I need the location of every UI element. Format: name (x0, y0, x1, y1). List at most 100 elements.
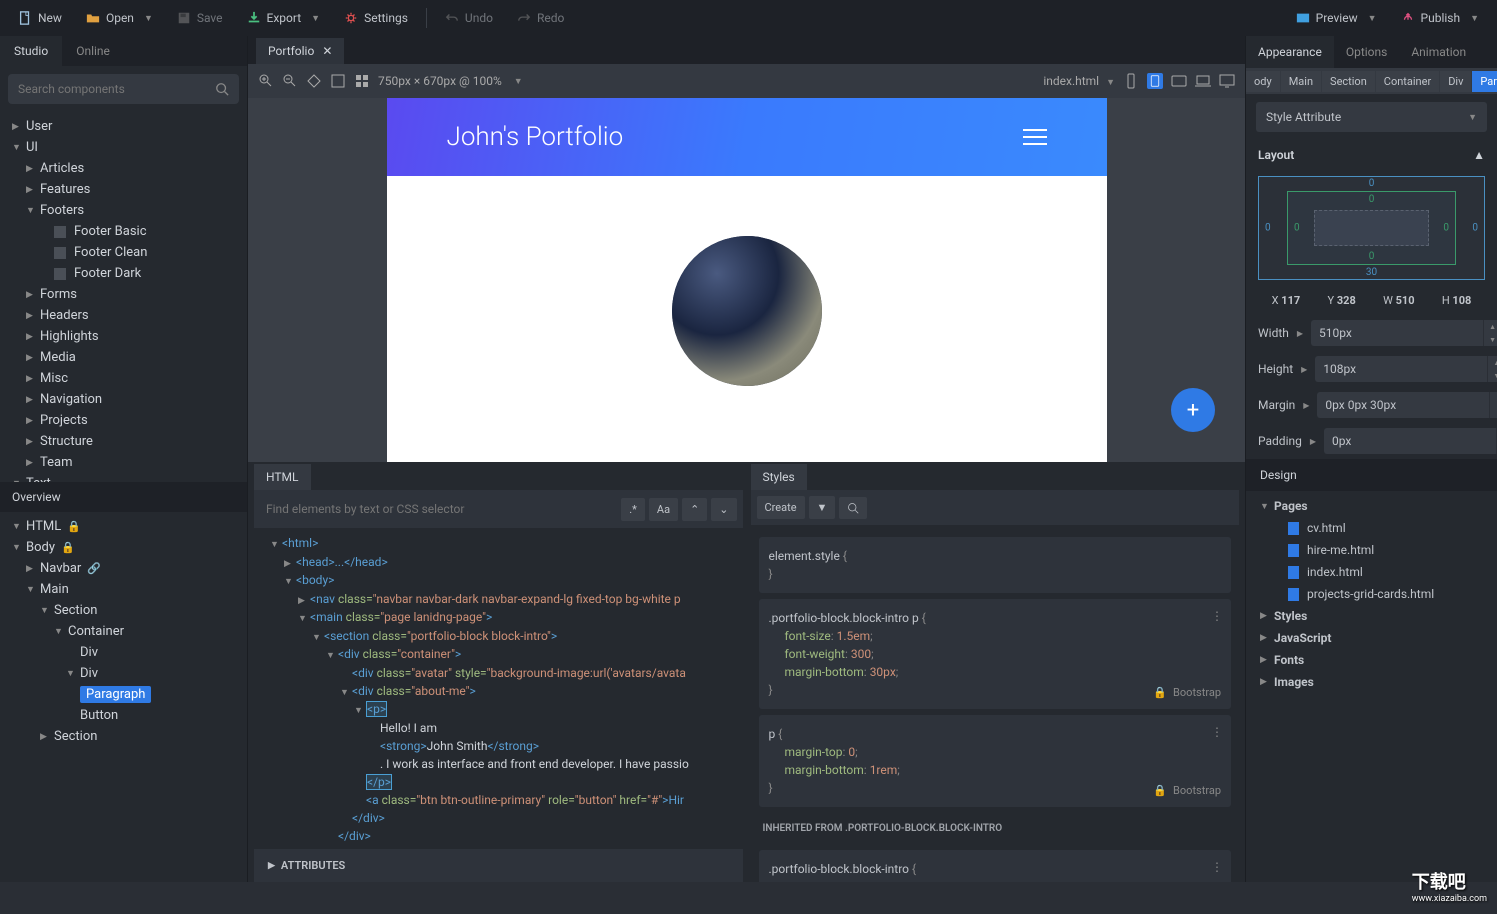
tab-online[interactable]: Online (62, 36, 124, 66)
doc-tab-portfolio[interactable]: Portfolio✕ (256, 38, 344, 64)
overview-item[interactable]: ▼Div (0, 663, 247, 684)
menu-icon[interactable]: ⋮ (1211, 607, 1223, 625)
menu-icon[interactable]: ⋮ (1211, 858, 1223, 876)
style-search-button[interactable] (839, 497, 867, 519)
device-desktop-icon[interactable] (1219, 73, 1235, 89)
hamburger-icon[interactable] (1023, 124, 1047, 150)
settings-button[interactable]: Settings (334, 6, 418, 30)
undo-button[interactable]: Undo (435, 6, 503, 30)
overview-item[interactable]: Button (0, 705, 247, 726)
canvas[interactable]: John's Portfolio + (248, 98, 1245, 462)
tree-item[interactable]: ▼Text (0, 473, 247, 482)
overview-item[interactable]: ▼Main (0, 579, 247, 600)
tab-html[interactable]: HTML (254, 464, 311, 490)
style-attribute-dropdown[interactable]: Style Attribute▼ (1256, 102, 1487, 132)
design-file[interactable]: index.html (1246, 561, 1497, 583)
crumb[interactable]: Main (1281, 71, 1321, 92)
tab-studio[interactable]: Studio (0, 36, 62, 66)
design-pages[interactable]: ▼Pages (1246, 495, 1497, 517)
styles-code[interactable]: element.style { } ⋮ .portfolio-block.blo… (751, 525, 1240, 882)
tree-item[interactable]: Footer Clean (0, 242, 247, 263)
tree-item[interactable]: ▶Forms (0, 284, 247, 305)
canvas-page[interactable]: John's Portfolio (387, 98, 1107, 462)
height-input[interactable] (1315, 356, 1487, 382)
tree-item[interactable]: ▼UI (0, 137, 247, 158)
file-selector[interactable]: index.html ▼ (1043, 74, 1115, 88)
overview-item[interactable]: ▶Navbar🔗 (0, 558, 247, 579)
device-tablet-land-icon[interactable] (1171, 73, 1187, 89)
tab-appearance[interactable]: Appearance (1246, 36, 1334, 68)
design-file[interactable]: cv.html (1246, 517, 1497, 539)
regex-button[interactable]: .* (621, 498, 645, 521)
crumb[interactable]: Section (1322, 71, 1375, 92)
search-components-input[interactable] (8, 74, 205, 104)
device-laptop-icon[interactable] (1195, 73, 1211, 89)
menu-icon[interactable]: ⋮ (1211, 723, 1223, 741)
tree-item[interactable]: ▶Articles (0, 158, 247, 179)
overview-item[interactable]: Paragraph (0, 684, 247, 705)
tree-item[interactable]: ▶Misc (0, 368, 247, 389)
canvas-info[interactable]: 750px × 670px @ 100% (378, 74, 502, 88)
tree-item[interactable]: ▶Structure (0, 431, 247, 452)
create-style-button[interactable]: Create (757, 496, 805, 519)
design-section[interactable]: ▶Images (1246, 671, 1497, 693)
tree-item[interactable]: ▼Footers (0, 200, 247, 221)
select-icon[interactable] (330, 73, 346, 89)
new-button[interactable]: New (8, 6, 72, 30)
case-button[interactable]: Aa (649, 498, 678, 521)
open-button[interactable]: Open▼ (76, 6, 163, 30)
overview-item[interactable]: ▶Section (0, 726, 247, 747)
crumb[interactable]: Container (1376, 71, 1439, 92)
tree-item[interactable]: ▶Features (0, 179, 247, 200)
redo-button[interactable]: Redo (507, 6, 574, 30)
export-button[interactable]: Export▼ (237, 6, 331, 30)
tree-item[interactable]: ▶Media (0, 347, 247, 368)
crumb[interactable]: ody (1246, 71, 1280, 92)
crumb[interactable]: Div (1440, 71, 1471, 92)
find-elements-input[interactable] (260, 496, 617, 522)
tab-styles[interactable]: Styles (751, 464, 807, 490)
device-tablet-icon[interactable] (1147, 73, 1163, 89)
style-dropdown-button[interactable]: ▼ (809, 496, 836, 519)
tree-item[interactable]: ▶Highlights (0, 326, 247, 347)
layout-header[interactable]: Layout▲ (1246, 140, 1497, 170)
tree-item[interactable]: ▶Navigation (0, 389, 247, 410)
margin-input[interactable] (1317, 392, 1489, 418)
tree-item[interactable]: ▶User (0, 116, 247, 137)
zoom-in-icon[interactable] (258, 73, 274, 89)
prev-button[interactable]: ⌃ (682, 498, 707, 521)
overview-item[interactable]: ▼Container (0, 621, 247, 642)
design-file[interactable]: hire-me.html (1246, 539, 1497, 561)
zoom-out-icon[interactable] (282, 73, 298, 89)
tab-animation[interactable]: Animation (1399, 36, 1478, 68)
crumb[interactable]: Paragraph (1472, 71, 1497, 92)
tree-item[interactable]: ▶Headers (0, 305, 247, 326)
tab-options[interactable]: Options (1334, 36, 1400, 68)
attributes-header[interactable]: ▶ATTRIBUTES (254, 849, 743, 882)
tree-item[interactable]: Footer Basic (0, 221, 247, 242)
search-icon[interactable] (205, 82, 239, 96)
tree-item[interactable]: ▶Projects (0, 410, 247, 431)
next-button[interactable]: ⌄ (711, 498, 736, 521)
save-button[interactable]: Save (167, 6, 233, 30)
box-model[interactable]: 0 0 30 0 0 0 0 0 (1258, 176, 1485, 280)
overview-item[interactable]: Div (0, 642, 247, 663)
width-input[interactable] (1311, 320, 1483, 346)
preview-button[interactable]: Preview▼ (1286, 6, 1387, 30)
close-icon[interactable]: ✕ (322, 44, 332, 58)
publish-button[interactable]: Publish▼ (1391, 6, 1489, 30)
device-mobile-icon[interactable] (1123, 73, 1139, 89)
design-section[interactable]: ▶Fonts (1246, 649, 1497, 671)
add-fab-button[interactable]: + (1171, 388, 1215, 432)
overview-item[interactable]: ▼Body🔒 (0, 537, 247, 558)
design-file[interactable]: projects-grid-cards.html (1246, 583, 1497, 605)
tree-item[interactable]: Footer Dark (0, 263, 247, 284)
overview-item[interactable]: ▼Section (0, 600, 247, 621)
overview-item[interactable]: ▼HTML🔒 (0, 516, 247, 537)
html-code[interactable]: ▼<html> ▶<head>...</head> ▼<body> ▶<nav … (254, 528, 743, 849)
tree-item[interactable]: ▶Team (0, 452, 247, 473)
design-section[interactable]: ▶JavaScript (1246, 627, 1497, 649)
design-section[interactable]: ▶Styles (1246, 605, 1497, 627)
padding-input[interactable] (1324, 428, 1496, 454)
grid-icon[interactable] (354, 73, 370, 89)
